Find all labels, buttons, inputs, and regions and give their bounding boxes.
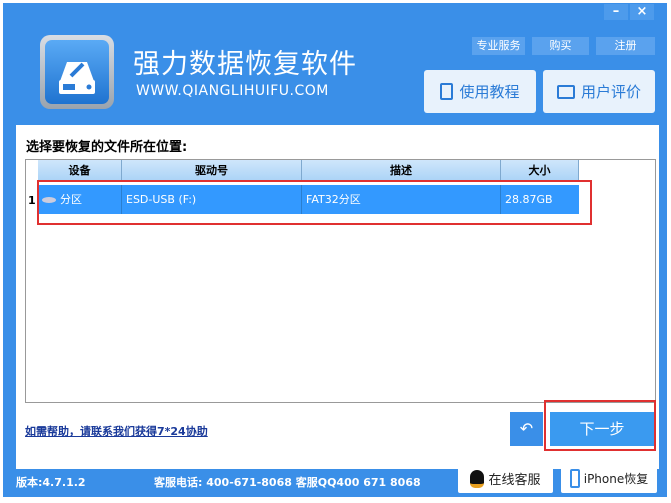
document-icon — [440, 83, 454, 100]
column-header-drive[interactable]: 驱动号 — [122, 160, 302, 182]
phone-icon — [569, 469, 580, 488]
register-button[interactable]: 注册 — [596, 37, 655, 55]
highlight-box-row — [37, 180, 592, 225]
app-logo — [40, 35, 114, 109]
tutorial-button[interactable]: 使用教程 — [424, 70, 536, 113]
online-label: 在线客服 — [488, 473, 541, 488]
iphone-recovery-button[interactable]: iPhone恢复 — [561, 464, 657, 493]
close-button[interactable]: × — [630, 4, 654, 20]
tutorial-label: 使用教程 — [459, 83, 520, 101]
pro-service-button[interactable]: 专业服务 — [472, 37, 525, 55]
column-header-size[interactable]: 大小 — [501, 160, 579, 182]
location-prompt: 选择要恢复的文件所在位置: — [26, 140, 188, 155]
drive-wrench-icon — [59, 62, 95, 94]
back-button[interactable]: ↶ — [510, 412, 543, 446]
row-index: 1 — [28, 194, 36, 207]
buy-button[interactable]: 购买 — [532, 37, 589, 55]
highlight-box-next — [544, 400, 656, 451]
help-link[interactable]: 如需帮助，请联系我们获得7*24协助 — [25, 423, 208, 439]
app-url: WWW.QIANGLIHUIFU.COM — [136, 83, 329, 99]
column-header-device[interactable]: 设备 — [38, 160, 122, 182]
contact-info: 客服电话: 400-671-8068 客服QQ400 671 8068 — [154, 476, 421, 489]
version-label: 版本:4.7.1.2 — [16, 476, 86, 489]
column-header-description[interactable]: 描述 — [302, 160, 501, 182]
review-button[interactable]: 用户评价 — [543, 70, 655, 113]
iphone-label: iPhone恢复 — [583, 472, 649, 486]
review-label: 用户评价 — [580, 83, 641, 101]
minimize-button[interactable]: – — [604, 4, 628, 20]
app-title: 强力数据恢复软件 — [133, 49, 357, 80]
qq-penguin-icon — [470, 469, 485, 488]
online-service-button[interactable]: 在线客服 — [458, 464, 553, 493]
comment-icon — [556, 84, 575, 99]
